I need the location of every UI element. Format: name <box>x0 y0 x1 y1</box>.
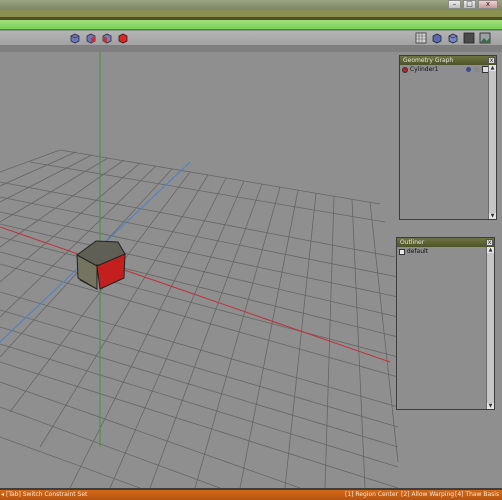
close-button[interactable]: x <box>478 0 498 9</box>
visibility-eye-icon[interactable] <box>466 67 471 72</box>
scroll-down-icon[interactable]: ▼ <box>489 213 496 219</box>
lock-icon[interactable] <box>474 67 479 72</box>
shaded-cube-icon[interactable] <box>431 32 443 44</box>
cylinder-object[interactable] <box>76 240 126 290</box>
outliner-item-label: default <box>406 248 429 255</box>
geometry-graph-panel: Geometry Graph x Cylinder1 ▲ ▼ <box>399 55 497 220</box>
x-axis-line <box>0 226 391 363</box>
timeline-bar[interactable] <box>0 20 502 30</box>
status-hint: [Tab] Switch Constraint Set <box>6 491 88 498</box>
shortcut-allow-warping: [2] Allow Warping <box>401 491 455 498</box>
geometry-graph-item-label: Cylinder1 <box>409 66 439 73</box>
window-title-bar: – □ x <box>0 0 502 10</box>
background-icon[interactable] <box>463 32 475 44</box>
geometry-graph-close-button[interactable]: x <box>488 57 495 64</box>
minimize-button[interactable]: – <box>448 0 461 9</box>
scroll-up-icon[interactable]: ▲ <box>489 65 496 71</box>
image-plane-icon[interactable] <box>479 32 491 44</box>
geometry-graph-title: Geometry Graph <box>400 56 496 65</box>
menu-strip <box>0 10 502 17</box>
status-arrow-icon: ◂ <box>1 491 5 498</box>
geometry-graph-item[interactable]: Cylinder1 <box>402 66 489 74</box>
outliner-scrollbar[interactable]: ▲ ▼ <box>486 247 494 409</box>
shortcut-region-center: [1] Region Center <box>345 491 399 498</box>
cylinder-node-icon <box>402 66 408 73</box>
outliner-panel: Outliner x default ▲ ▼ <box>396 237 495 410</box>
grid-display-icon[interactable] <box>415 32 427 44</box>
cube-blue-icon[interactable] <box>69 32 81 44</box>
shortcut-thaw-basis: [4] Thaw Basis <box>455 491 500 498</box>
outliner-title: Outliner <box>397 238 494 247</box>
maximize-button[interactable]: □ <box>463 0 476 9</box>
scroll-up-icon[interactable]: ▲ <box>487 247 494 253</box>
folder-icon <box>399 248 405 255</box>
cube-red-icon[interactable] <box>117 32 129 44</box>
scroll-down-icon[interactable]: ▼ <box>487 403 494 409</box>
status-bar: ◂ [Tab] Switch Constraint Set [1] Region… <box>0 490 502 500</box>
outliner-item[interactable]: default <box>399 248 485 256</box>
viewport-toolbar <box>0 31 502 46</box>
wire-cube-icon[interactable] <box>447 32 459 44</box>
outliner-close-button[interactable]: x <box>486 239 493 246</box>
geometry-graph-scrollbar[interactable]: ▲ ▼ <box>488 65 496 219</box>
cube-red-face-icon[interactable] <box>101 32 113 44</box>
ground-grid <box>0 149 399 488</box>
cube-blue-red-icon[interactable] <box>85 32 97 44</box>
